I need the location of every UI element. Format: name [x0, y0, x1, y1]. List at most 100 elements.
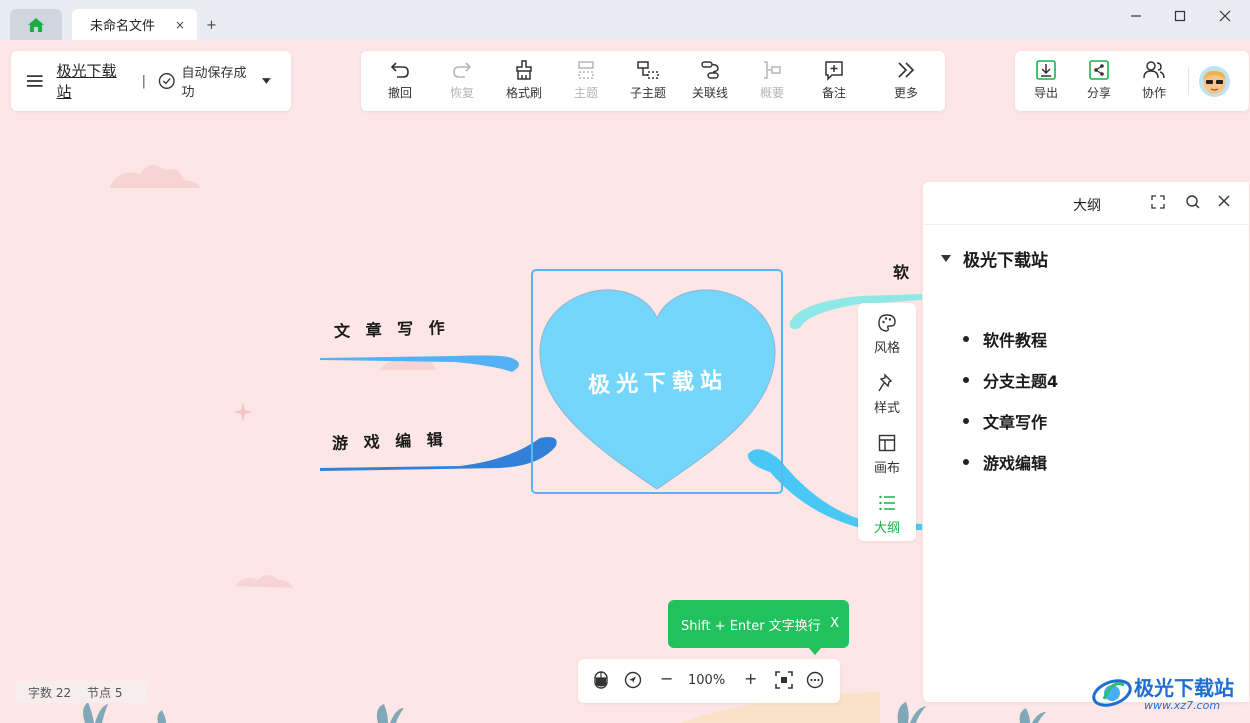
undo-button[interactable]: 撤回 [372, 59, 428, 101]
relation-line-button[interactable]: 关联线 [682, 59, 738, 101]
subtopic-label: 子主题 [629, 86, 666, 100]
outline-item-label: 分支主题4 [983, 372, 1059, 391]
subtopic-button[interactable]: 子主题 [620, 59, 676, 101]
export-button[interactable]: 导出 [1024, 59, 1068, 101]
tab-style-theme-label: 风格 [873, 341, 900, 356]
note-icon [825, 61, 843, 81]
tab-canvas-label: 画布 [873, 461, 900, 476]
branch-label-game[interactable]: 游 戏 编 辑 [332, 426, 448, 454]
grass-decoration [83, 702, 1046, 723]
redo-button[interactable]: 恢复 [434, 59, 490, 101]
toolbar-divider [1188, 67, 1189, 95]
share-icon [1089, 60, 1109, 80]
tab-style[interactable]: 样式 [858, 373, 916, 416]
note-label: 备注 [821, 86, 846, 100]
undo-label: 撤回 [387, 86, 412, 100]
hamburger-menu-icon[interactable] [25, 71, 45, 91]
undo-icon [390, 62, 409, 78]
summary-button[interactable]: 概要 [744, 59, 800, 101]
more-label: 更多 [893, 86, 918, 100]
tab-close-icon[interactable]: × [175, 18, 185, 32]
outline-title: 大纲 [1073, 198, 1101, 214]
outline-item-2[interactable]: 文章写作 [963, 409, 1047, 433]
search-icon[interactable] [1185, 194, 1201, 214]
document-tab[interactable]: 未命名文件 × [72, 9, 197, 40]
outline-item-label: 文章写作 [983, 413, 1048, 432]
file-name[interactable]: 极光下载站 [57, 60, 130, 102]
minimize-icon[interactable] [1126, 8, 1146, 26]
side-tab-panel: 风格 样式 画布 大纲 [858, 303, 916, 541]
zoom-level: 100% [688, 673, 726, 688]
fit-screen-icon[interactable] [775, 671, 793, 693]
zoom-in-button[interactable]: + [744, 669, 757, 688]
collapse-triangle-icon[interactable] [941, 255, 951, 262]
bullet-icon [963, 377, 969, 383]
bullet-icon [963, 418, 969, 424]
mindmap-canvas[interactable]: 文 章 写 作 游 戏 编 辑 软 件 极光下载站 极光下载站 | 自动保存成功… [0, 40, 1250, 723]
outline-item-3[interactable]: 游戏编辑 [963, 450, 1047, 474]
maximize-icon[interactable] [1170, 8, 1190, 26]
watermark-text: 极光下载站 [1134, 676, 1234, 700]
home-tab[interactable] [10, 9, 62, 40]
tab-outline[interactable]: 大纲 [858, 493, 916, 536]
fullscreen-icon[interactable] [1150, 194, 1166, 214]
collaborate-button[interactable]: 协作 [1132, 59, 1176, 101]
save-status[interactable]: 自动保存成功 [158, 62, 277, 100]
outline-root-item[interactable]: 极光下载站 [941, 246, 1048, 271]
file-separator: | [141, 73, 147, 89]
export-label: 导出 [1033, 86, 1058, 100]
close-icon[interactable] [1217, 194, 1231, 212]
outline-header: 大纲 [923, 182, 1249, 225]
topic-icon [578, 61, 594, 79]
locate-icon[interactable] [624, 671, 642, 693]
mouse-mode-icon[interactable] [593, 671, 609, 693]
zoom-out-button[interactable]: − [660, 669, 673, 688]
tab-outline-label: 大纲 [873, 521, 900, 536]
user-avatar[interactable] [1199, 66, 1230, 97]
save-status-label: 自动保存成功 [181, 66, 247, 100]
hint-pointer [808, 647, 822, 655]
more-options-icon[interactable] [806, 671, 824, 693]
canvas-layout-icon [878, 434, 896, 452]
document-tab-title: 未命名文件 [90, 19, 156, 34]
more-button[interactable]: 更多 [878, 59, 934, 101]
share-label: 分享 [1086, 86, 1111, 100]
bullet-icon [963, 459, 969, 465]
more-icon [898, 62, 915, 78]
outline-item-1[interactable]: 分支主题4 [963, 368, 1058, 392]
caret-down-icon [262, 78, 271, 84]
word-count: 字数 22 [28, 685, 72, 700]
zoom-bar: − 100% + [578, 659, 840, 703]
format-brush-label: 格式刷 [505, 86, 542, 100]
tab-canvas[interactable]: 画布 [858, 433, 916, 476]
hint-close-button[interactable]: X [830, 616, 839, 631]
hint-text: Shift + Enter 文字换行 [681, 618, 821, 634]
close-window-icon[interactable] [1215, 8, 1235, 26]
collaborate-icon [1143, 61, 1165, 79]
branch-label-article[interactable]: 文 章 写 作 [334, 314, 450, 342]
outline-item-0[interactable]: 软件教程 [963, 327, 1047, 351]
redo-icon [453, 62, 472, 78]
relation-line-icon [701, 61, 719, 79]
outline-item-label: 软件教程 [983, 331, 1048, 350]
main-toolbar: 撤回 恢复 格式刷 主题 子主题 关联线 概要 备注 更多 [361, 51, 945, 111]
format-brush-button[interactable]: 格式刷 [496, 59, 552, 101]
redo-label: 恢复 [449, 86, 474, 100]
check-circle-icon [158, 73, 175, 89]
subtopic-icon [637, 61, 659, 79]
tab-style-theme[interactable]: 风格 [858, 313, 916, 356]
summary-label: 概要 [759, 86, 784, 100]
node-count: 节点 5 [87, 685, 123, 700]
watermark-logo-icon [1092, 679, 1132, 707]
summary-icon [764, 61, 781, 79]
palette-icon [878, 314, 896, 332]
note-button[interactable]: 备注 [806, 59, 862, 101]
watermark-url: www.xz7.com [1144, 699, 1221, 712]
topic-button[interactable]: 主题 [558, 59, 614, 101]
new-tab-button[interactable]: + [206, 18, 217, 33]
sparkle-decoration [233, 402, 253, 422]
share-button[interactable]: 分享 [1077, 59, 1121, 101]
outline-panel: 大纲 极光下载站 软件教程 分支主题4 文章写作 游戏编辑 [923, 182, 1249, 702]
right-toolbar: 导出 分享 协作 [1015, 51, 1249, 111]
tab-style-label: 样式 [873, 401, 900, 416]
